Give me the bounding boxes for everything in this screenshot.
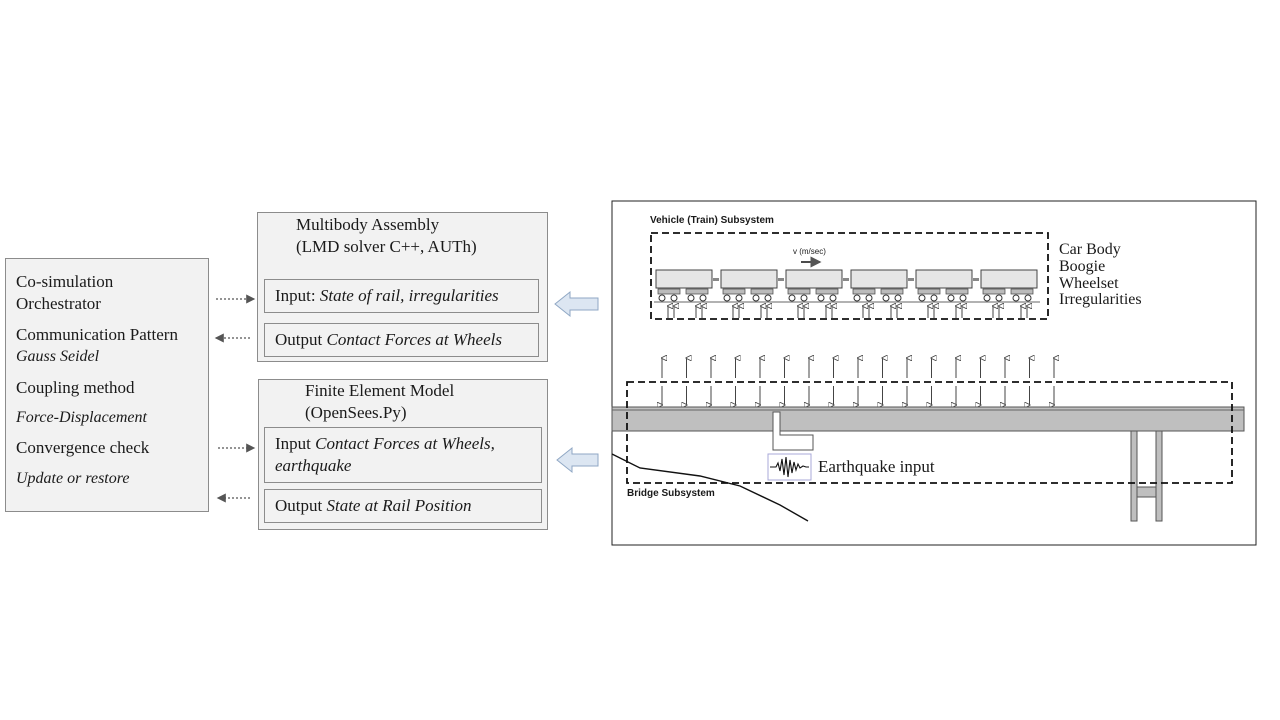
fem-output-label: Output <box>275 496 323 515</box>
fem-output-value: State at Rail Position <box>326 496 472 515</box>
fem-input-label: Input <box>275 434 311 453</box>
multibody-assembly-box: Multibody Assembly (LMD solver C++, AUTh… <box>257 212 548 362</box>
multibody-input-label: Input: <box>275 286 316 305</box>
fem-input-value-line2: earthquake <box>275 456 352 475</box>
speed-label: v (m/sec) <box>793 247 826 256</box>
fem-input-value-line1: Contact Forces at Wheels, <box>315 434 495 453</box>
fem-output-box: Output State at Rail Position <box>264 489 542 523</box>
block-arrow-fem <box>556 446 599 474</box>
fem-title: Finite Element Model <box>305 381 455 400</box>
coupling-method-label: Coupling method <box>16 378 135 397</box>
fem-input-box: Input Contact Forces at Wheels, earthqua… <box>264 427 542 483</box>
multibody-subtitle: (LMD solver C++, AUTh) <box>296 237 477 256</box>
seismogram-icon <box>767 453 812 481</box>
fem-subtitle: (OpenSees.Py) <box>305 403 407 422</box>
coupling-method-value: Force-Displacement <box>16 409 147 426</box>
orchestrator-box: Co-simulation Orchestrator Communication… <box>5 258 209 512</box>
vehicle-subsystem-label: Vehicle (Train) Subsystem <box>650 215 774 226</box>
multibody-output-value: Contact Forces at Wheels <box>326 330 502 349</box>
communication-pattern-value: Gauss Seidel <box>16 348 100 365</box>
multibody-title: Multibody Assembly <box>296 215 440 234</box>
bridge-subsystem-label: Bridge Subsystem <box>627 488 715 499</box>
block-arrow-multibody <box>554 290 599 318</box>
legend-irregularities: Irregularities <box>1059 291 1142 308</box>
orchestrator-title-line2: Orchestrator <box>16 294 101 313</box>
multibody-output-box: Output Contact Forces at Wheels <box>264 323 539 357</box>
legend-boogie: Boogie <box>1059 258 1106 275</box>
bridge-deck <box>611 406 1245 432</box>
finite-element-model-box: Finite Element Model (OpenSees.Py) Input… <box>258 379 548 530</box>
multibody-input-box: Input: State of rail, irregularities <box>264 279 539 313</box>
orchestrator-title-line1: Co-simulation <box>16 272 114 291</box>
earthquake-input-label: Earthquake input <box>818 457 935 476</box>
legend-wheelset: Wheelset <box>1059 275 1119 292</box>
multibody-output-label: Output <box>275 330 323 349</box>
legend-car-body: Car Body <box>1059 241 1121 258</box>
multibody-input-value: State of rail, irregularities <box>319 286 499 305</box>
convergence-check-label: Convergence check <box>16 438 150 457</box>
convergence-check-value: Update or restore <box>16 470 130 487</box>
communication-pattern-label: Communication Pattern <box>16 325 178 344</box>
